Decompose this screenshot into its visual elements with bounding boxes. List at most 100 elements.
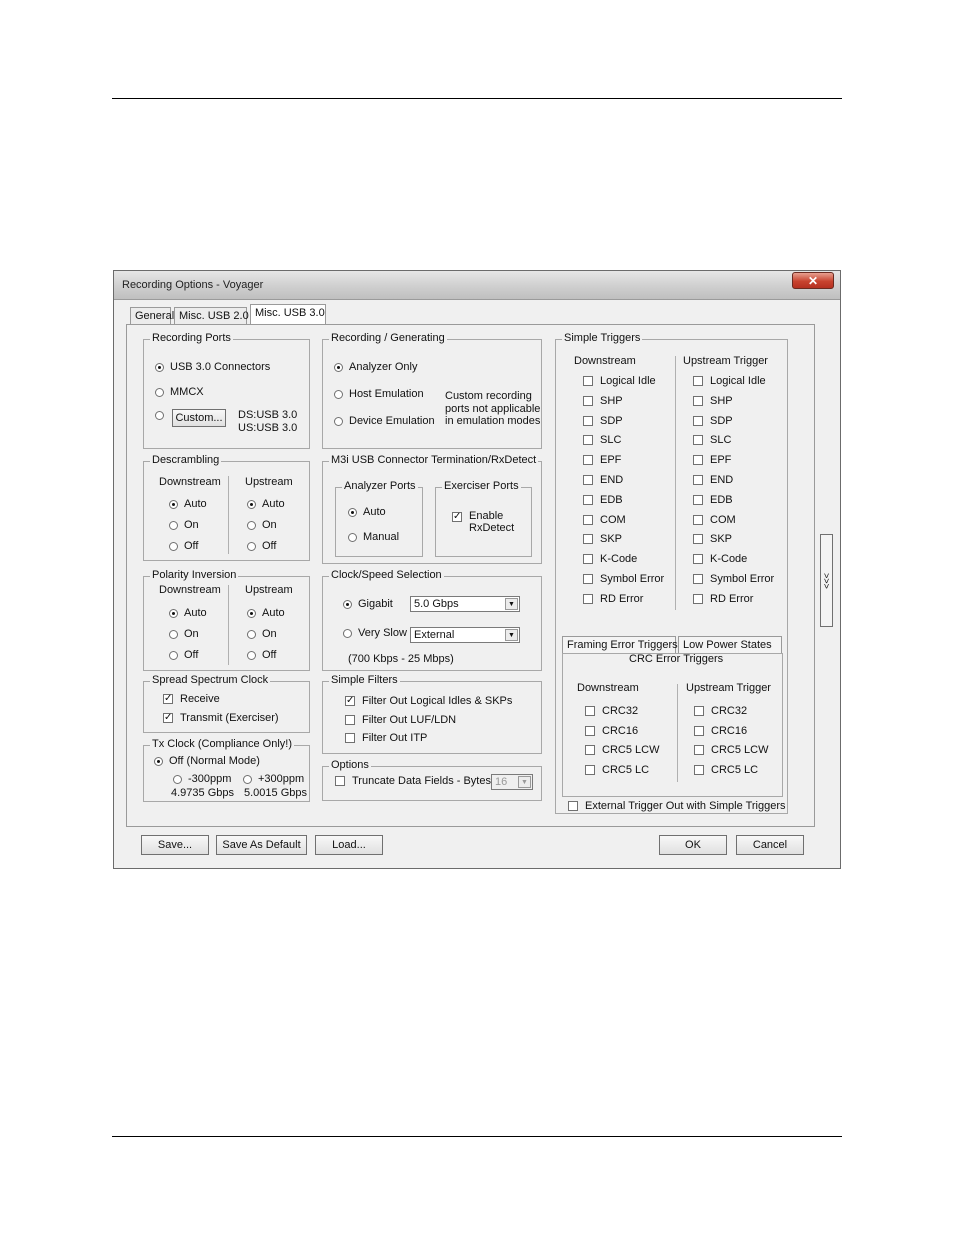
- polarity-ds-on-radio[interactable]: On: [169, 628, 199, 640]
- downstream-crc-checkbox[interactable]: CRC32: [585, 705, 638, 717]
- descramble-us-auto-radio[interactable]: Auto: [247, 498, 285, 510]
- tx-clock-off-radio[interactable]: Off (Normal Mode): [154, 755, 260, 767]
- mmcx-radio[interactable]: MMCX: [155, 386, 204, 398]
- descramble-ds-on-radio[interactable]: On: [169, 519, 199, 531]
- upstream-trigger-checkbox[interactable]: SKP: [693, 533, 732, 545]
- divider: [675, 356, 676, 610]
- checkbox-box: [693, 376, 703, 386]
- group-label: Tx Clock (Compliance Only!): [150, 738, 294, 750]
- tx-clock-minus-radio[interactable]: -300ppm: [173, 773, 231, 785]
- tab-low-power-states[interactable]: Low Power States: [678, 636, 782, 654]
- filter-logical-idles-checkbox[interactable]: ✓ Filter Out Logical Idles & SKPs: [345, 695, 512, 707]
- ssc-receive-checkbox[interactable]: ✓ Receive: [163, 693, 220, 705]
- downstream-trigger-checkbox[interactable]: SHP: [583, 395, 623, 407]
- upstream-trigger-checkbox[interactable]: EDB: [693, 494, 733, 506]
- downstream-label: Downstream: [159, 476, 221, 488]
- ok-button[interactable]: OK: [659, 835, 727, 855]
- upstream-label: Upstream: [245, 476, 293, 488]
- descramble-us-off-radio[interactable]: Off: [247, 540, 276, 552]
- upstream-trigger-checkbox[interactable]: SHP: [693, 395, 733, 407]
- checkbox-box: ✓: [452, 511, 462, 522]
- checkbox-box: [694, 764, 704, 775]
- upstream-trigger-checkbox[interactable]: END: [693, 474, 733, 486]
- radio-label: Gigabit: [358, 598, 393, 610]
- filter-itp-checkbox[interactable]: Filter Out ITP: [345, 732, 427, 744]
- upstream-trigger-checkbox[interactable]: EPF: [693, 454, 731, 466]
- very-slow-radio[interactable]: Very Slow: [343, 627, 407, 639]
- polarity-us-on-radio[interactable]: On: [247, 628, 277, 640]
- descramble-ds-auto-radio[interactable]: Auto: [169, 498, 207, 510]
- radio-dot: [334, 389, 343, 399]
- upstream-trigger-checkbox[interactable]: K-Code: [693, 553, 747, 565]
- downstream-crc-checkbox[interactable]: CRC16: [585, 725, 638, 737]
- ssc-transmit-checkbox[interactable]: ✓ Transmit (Exerciser): [163, 712, 279, 724]
- descramble-us-on-radio[interactable]: On: [247, 519, 277, 531]
- downstream-trigger-checkbox[interactable]: END: [583, 474, 623, 486]
- save-button[interactable]: Save...: [141, 835, 209, 855]
- downstream-trigger-checkbox[interactable]: SDP: [583, 415, 623, 427]
- polarity-ds-auto-radio[interactable]: Auto: [169, 607, 207, 619]
- host-emulation-radio[interactable]: Host Emulation: [334, 388, 424, 400]
- close-button[interactable]: ✕: [792, 272, 834, 289]
- analyzer-only-radio[interactable]: Analyzer Only: [334, 361, 417, 373]
- polarity-us-auto-radio[interactable]: Auto: [247, 607, 285, 619]
- downstream-trigger-checkbox[interactable]: Symbol Error: [583, 573, 664, 585]
- downstream-crc-checkbox[interactable]: CRC5 LC: [585, 764, 649, 776]
- very-slow-speed-select[interactable]: External ▼: [410, 627, 520, 643]
- cancel-button[interactable]: Cancel: [736, 835, 804, 855]
- checkbox-label: CRC32: [711, 705, 748, 717]
- checkbox-label: Filter Out ITP: [362, 732, 428, 744]
- downstream-trigger-checkbox[interactable]: SLC: [583, 434, 621, 446]
- analyzer-manual-radio[interactable]: Manual: [348, 531, 399, 543]
- downstream-trigger-checkbox[interactable]: COM: [583, 514, 626, 526]
- save-as-default-button[interactable]: Save As Default: [216, 835, 307, 855]
- tab-label: Framing Error Triggers: [567, 639, 678, 651]
- usb3-connectors-radio[interactable]: USB 3.0 Connectors: [155, 361, 270, 373]
- downstream-trigger-checkbox[interactable]: Logical Idle: [583, 375, 656, 387]
- custom-radio[interactable]: [155, 411, 170, 420]
- descramble-ds-off-radio[interactable]: Off: [169, 540, 198, 552]
- tab-misc-usb2[interactable]: Misc. USB 2.0: [174, 307, 249, 325]
- polarity-ds-off-radio[interactable]: Off: [169, 649, 198, 661]
- upstream-trigger-checkbox[interactable]: Symbol Error: [693, 573, 774, 585]
- checkbox-box: [583, 415, 593, 426]
- filter-luf-ldn-checkbox[interactable]: Filter Out LUF/LDN: [345, 714, 456, 726]
- gigabit-speed-select[interactable]: 5.0 Gbps ▼: [410, 596, 520, 612]
- tab-general[interactable]: General: [130, 307, 174, 325]
- load-button[interactable]: Load...: [315, 835, 383, 855]
- upstream-crc-checkbox[interactable]: CRC32: [694, 705, 747, 717]
- upstream-crc-checkbox[interactable]: CRC5 LC: [694, 764, 758, 776]
- checkbox-label: SLC: [710, 434, 732, 447]
- upstream-trigger-checkbox[interactable]: Logical Idle: [693, 375, 766, 387]
- device-emulation-radio[interactable]: Device Emulation: [334, 415, 435, 427]
- checkbox-label: EDB: [710, 493, 733, 506]
- upstream-trigger-checkbox[interactable]: SDP: [693, 415, 733, 427]
- tab-misc-usb3[interactable]: Misc. USB 3.0: [250, 304, 326, 325]
- downstream-trigger-checkbox[interactable]: EPF: [583, 454, 621, 466]
- downstream-crc-checkbox[interactable]: CRC5 LCW: [585, 744, 659, 756]
- enable-rxdetect-checkbox[interactable]: ✓: [452, 512, 469, 522]
- polarity-us-off-radio[interactable]: Off: [247, 649, 276, 661]
- tx-clock-plus-radio[interactable]: +300ppm: [243, 773, 304, 785]
- downstream-trigger-checkbox[interactable]: EDB: [583, 494, 623, 506]
- analyzer-ports-group: Analyzer Ports Auto Manual: [335, 480, 423, 557]
- external-trigger-out-checkbox[interactable]: External Trigger Out with Simple Trigger…: [568, 800, 786, 812]
- upstream-crc-checkbox[interactable]: CRC16: [694, 725, 747, 737]
- upstream-trigger-checkbox[interactable]: COM: [693, 514, 736, 526]
- truncate-bytes-select[interactable]: 16 ▼: [491, 774, 533, 790]
- downstream-trigger-checkbox[interactable]: RD Error: [583, 593, 643, 605]
- downstream-trigger-checkbox[interactable]: SKP: [583, 533, 622, 545]
- upstream-crc-checkbox[interactable]: CRC5 LCW: [694, 744, 768, 756]
- upstream-trigger-checkbox[interactable]: RD Error: [693, 593, 753, 605]
- truncate-data-checkbox[interactable]: Truncate Data Fields - Bytes:: [335, 775, 494, 787]
- group-label: Options: [329, 759, 371, 771]
- upstream-trigger-label: Upstream Trigger: [686, 682, 771, 694]
- tab-framing-error-triggers[interactable]: Framing Error Triggers: [562, 636, 678, 654]
- radio-dot: [169, 629, 178, 639]
- analyzer-auto-radio[interactable]: Auto: [348, 506, 386, 518]
- custom-button[interactable]: Custom...: [172, 409, 226, 427]
- gigabit-radio[interactable]: Gigabit: [343, 598, 393, 610]
- upstream-trigger-checkbox[interactable]: SLC: [693, 434, 731, 446]
- expand-panel-button[interactable]: >>>: [820, 534, 833, 627]
- downstream-trigger-checkbox[interactable]: K-Code: [583, 553, 637, 565]
